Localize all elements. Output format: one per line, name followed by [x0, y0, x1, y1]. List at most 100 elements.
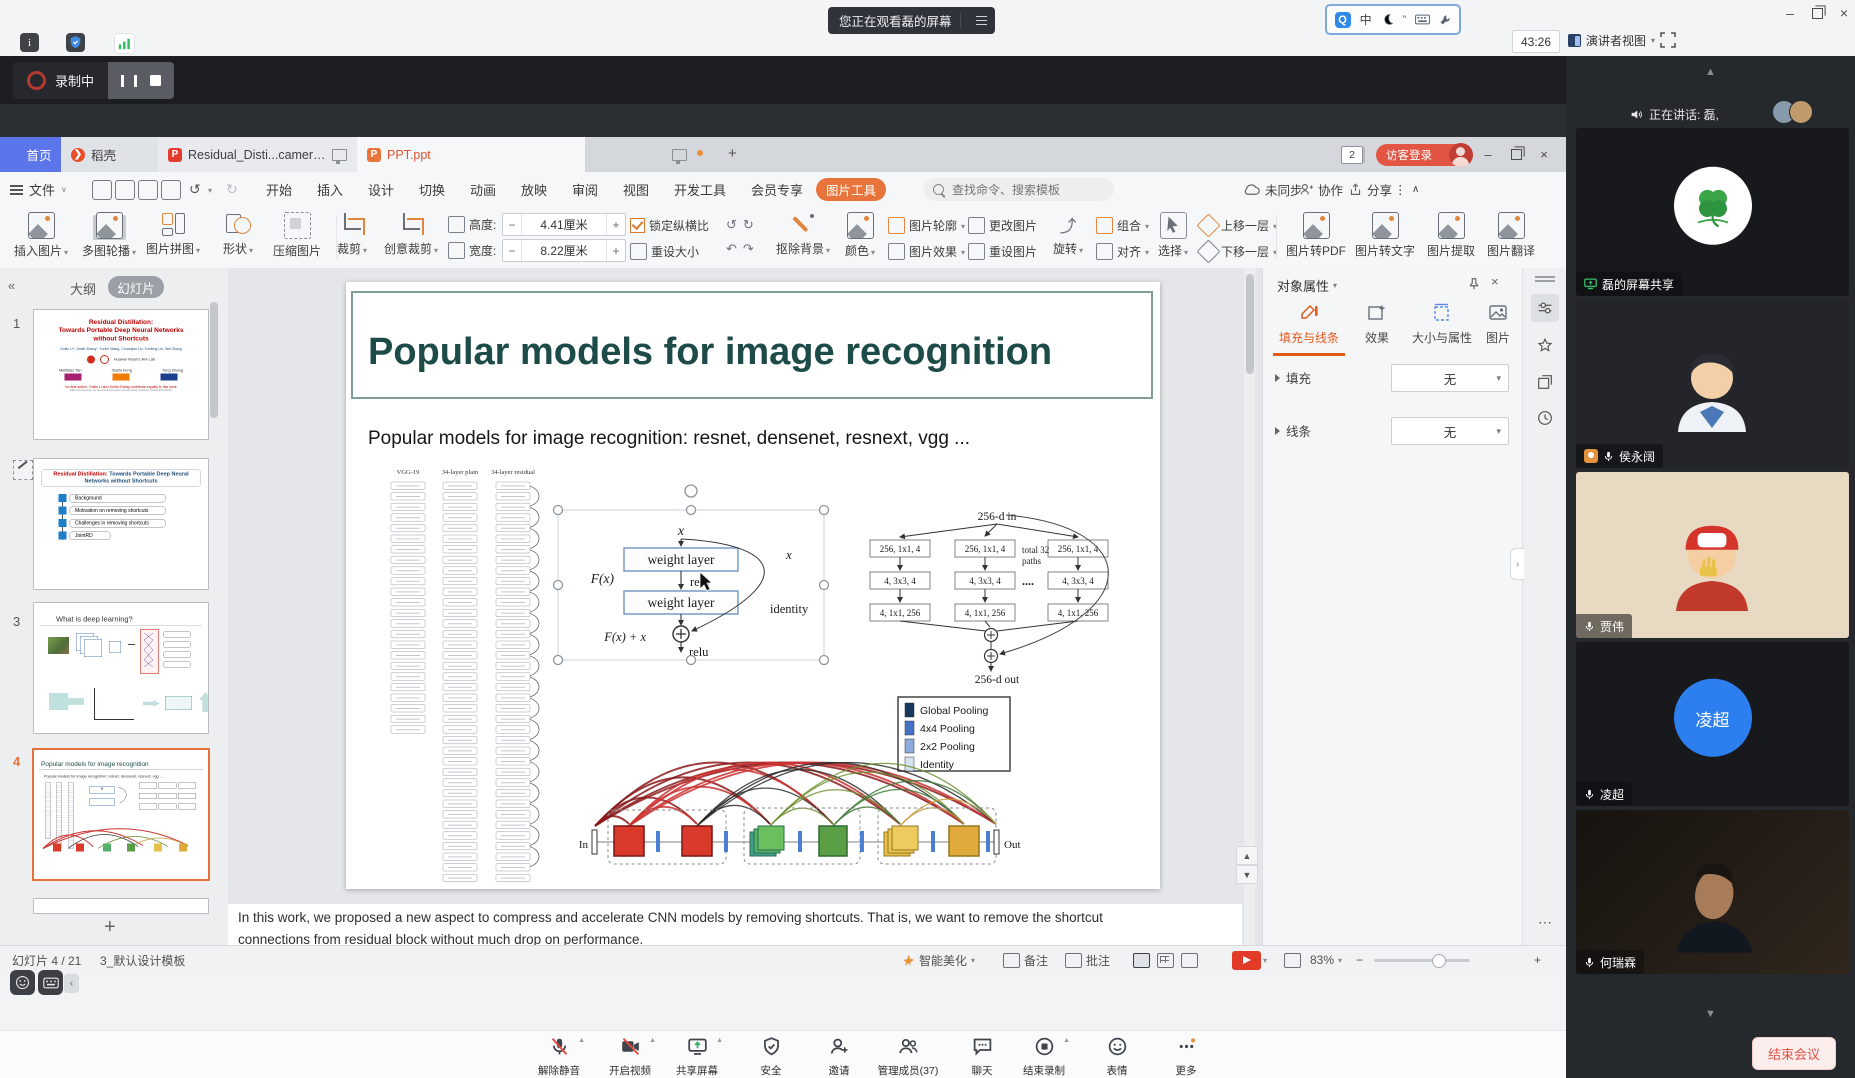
slide-title[interactable]: Popular models for image recognition [368, 331, 1052, 373]
pause-recording-button[interactable] [121, 75, 137, 87]
new-tab-button[interactable]: + [728, 145, 737, 162]
zoom-slider-knob[interactable] [1432, 954, 1446, 968]
send-backward-button[interactable]: 下移一层 [1200, 240, 1277, 262]
slide-subtitle[interactable]: Popular models for image recognition: re… [368, 428, 970, 449]
collapse-gadgets-chevron[interactable]: ‹ [64, 974, 79, 993]
slideshow-play-button[interactable] [1232, 951, 1261, 970]
align-button[interactable]: 对齐 [1096, 240, 1149, 262]
wps-restore-button[interactable] [1507, 145, 1525, 163]
menu-design[interactable]: 设计 [368, 172, 394, 207]
meeting-restore-button[interactable] [1806, 4, 1828, 22]
zoom-out-button[interactable]: − [1356, 946, 1363, 974]
insert-picture-button[interactable]: 插入图片 [8, 212, 74, 259]
zoom-level[interactable]: 83%▾ [1310, 946, 1342, 974]
notes-button[interactable]: 备注 [1003, 946, 1048, 974]
tab-size-properties[interactable]: 大小与属性 [1409, 302, 1475, 346]
manage-members-button[interactable]: 管理成员(37) [872, 1035, 944, 1078]
guest-login-button[interactable]: 访客登录 [1376, 144, 1472, 166]
file-menu[interactable]: 文件 ∨ [10, 172, 67, 207]
print-icon[interactable] [138, 180, 158, 200]
width-spinner[interactable]: − 8.22厘米 + [502, 239, 626, 262]
share-screen-button[interactable]: ▲ 共享屏幕 [661, 1035, 733, 1078]
meeting-info-icon[interactable]: i [20, 33, 39, 52]
picture-translate-button[interactable]: 图片翻译 [1481, 212, 1541, 259]
close-panel-icon[interactable]: × [1491, 274, 1499, 289]
picture-effects-button[interactable]: 图片效果 [888, 240, 965, 262]
search-input[interactable] [950, 182, 1084, 198]
wps-minimize-button[interactable]: – [1479, 145, 1497, 163]
participant-tile-3[interactable]: 贾伟 [1576, 472, 1849, 638]
scroll-down-icon[interactable]: ▼ [1705, 1008, 1716, 1020]
rotate-right-icons[interactable]: ↶↷ [726, 241, 754, 257]
change-picture-button[interactable]: 更改图片 [968, 214, 1037, 236]
lock-ratio-checkbox[interactable]: 锁定纵横比 [630, 214, 709, 236]
history-strip-icon[interactable] [1531, 404, 1559, 432]
canvas-scrollbar[interactable] [1244, 268, 1255, 945]
slide-thumbnail-2[interactable]: Residual Distillation: Towards Portable … [33, 458, 209, 590]
slide-thumbnail-5-partial[interactable] [33, 898, 209, 914]
remove-background-button[interactable]: 抠除背景 [770, 212, 836, 257]
participant-tile-5[interactable]: 何瑞霖 [1576, 810, 1849, 974]
network-signal-icon[interactable] [114, 33, 135, 54]
slide-sorter-view-button[interactable] [1157, 953, 1174, 968]
beautify-button[interactable]: 智能美化▾ [902, 946, 975, 974]
more-menu-icon[interactable]: ⋮ [1394, 172, 1407, 207]
stop-recording-button[interactable] [150, 75, 161, 86]
menu-review[interactable]: 审阅 [572, 172, 598, 207]
reading-view-button[interactable] [1181, 953, 1198, 968]
tab-pdf-document[interactable]: P Residual_Disti...camera (1).pdf [158, 137, 374, 172]
share-button[interactable]: 分享 [1349, 172, 1392, 207]
zoom-slider[interactable] [1374, 959, 1470, 962]
menu-animation[interactable]: 动画 [470, 172, 496, 207]
slide-thumbnail-1[interactable]: Residual Distillation: Towards Portable … [33, 309, 209, 440]
ime-logo-icon[interactable]: Q [1335, 12, 1351, 28]
ime-punct-icon[interactable]: ” [1403, 14, 1407, 26]
undo-caret[interactable]: ▾ [208, 186, 212, 195]
invite-button[interactable]: 邀请 [803, 1035, 875, 1078]
undo-icon[interactable]: ↺ [189, 181, 201, 198]
tab-effects[interactable]: 效果 [1357, 302, 1397, 346]
picture-tools-tab[interactable]: 图片工具 [816, 178, 886, 201]
layers-strip-icon[interactable] [1531, 368, 1559, 396]
ime-moon-icon[interactable] [1381, 13, 1394, 26]
tab-outline[interactable]: 大纲 [70, 279, 96, 298]
ime-keyboard-icon[interactable] [1415, 14, 1430, 25]
fill-section[interactable]: 填充 [1275, 368, 1311, 387]
picture-to-pdf-button[interactable]: 图片转PDF [1284, 212, 1348, 259]
window-count-badge[interactable]: 2 [1341, 146, 1363, 164]
output-icon[interactable] [115, 180, 135, 200]
carousel-button[interactable]: 多图轮播 [76, 212, 142, 259]
thumbnails-scrollbar[interactable] [210, 302, 218, 418]
collapse-properties-handle[interactable]: › [1510, 548, 1524, 580]
scroll-up-icon[interactable]: ▲ [1705, 66, 1716, 78]
creative-crop-button[interactable]: 创意裁剪 [378, 212, 444, 257]
picture-to-text-button[interactable]: 图片转文字 [1353, 212, 1417, 259]
bring-forward-button[interactable]: 上移一层 [1200, 214, 1277, 236]
slide-thumbnail-4[interactable]: Popular models for image recognition Pop… [32, 748, 210, 881]
compress-button[interactable]: 压缩图片 [264, 212, 330, 259]
effects-strip-icon[interactable] [1531, 332, 1559, 360]
collapse-ribbon-icon[interactable]: ∧ [1412, 172, 1419, 207]
meeting-minimize-button[interactable]: – [1779, 4, 1801, 22]
template-name[interactable]: 3_默认设计模板 [100, 946, 185, 974]
collapse-panel-button[interactable]: « [8, 278, 15, 293]
collaborate-button[interactable]: 协作 [1300, 172, 1343, 207]
pin-icon[interactable] [1467, 277, 1481, 291]
unmute-button[interactable]: ▲ 解除静音 [523, 1035, 595, 1078]
slide-thumbnail-3[interactable]: What is deep learning? [33, 602, 209, 734]
banner-menu-icon[interactable] [969, 7, 995, 34]
normal-view-button[interactable] [1133, 953, 1150, 968]
rotate-left-icons[interactable]: ↺↻ [726, 217, 754, 233]
zoom-in-button[interactable]: + [1534, 946, 1541, 974]
participant-tile-screen-share[interactable]: 磊的屏幕共享 [1576, 128, 1849, 296]
tab-ppt-document[interactable]: P PPT.ppt [357, 137, 585, 172]
new-slide-button[interactable]: + [104, 916, 116, 939]
picture-outline-button[interactable]: 图片轮廓 [888, 214, 965, 236]
stop-recording-toolbar-button[interactable]: ▲ 结束录制 [1008, 1035, 1080, 1078]
reset-size-button[interactable]: 重设大小 [630, 240, 699, 262]
line-dropdown[interactable]: 无▾ [1391, 417, 1509, 445]
menu-devtools[interactable]: 开发工具 [674, 172, 726, 207]
participant-tile-2[interactable]: 侯永阔 [1576, 300, 1849, 468]
height-decrease[interactable]: − [503, 214, 522, 235]
menu-slideshow[interactable]: 放映 [521, 172, 547, 207]
